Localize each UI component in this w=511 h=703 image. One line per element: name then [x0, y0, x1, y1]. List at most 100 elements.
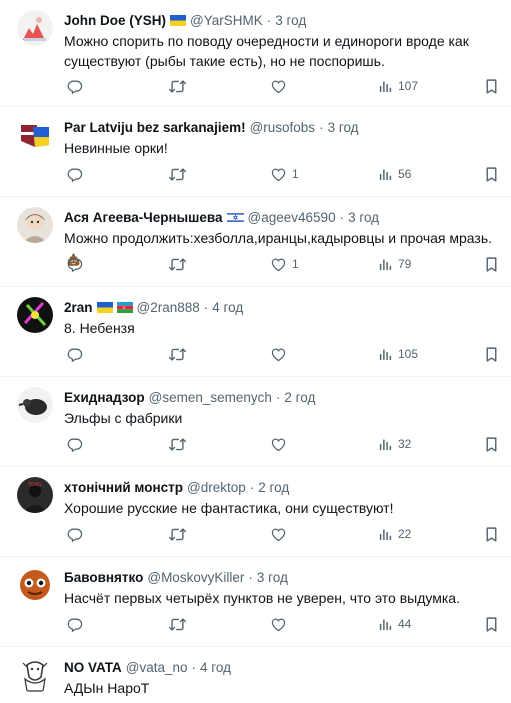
views-button[interactable]: 79: [378, 254, 411, 274]
tweet[interactable]: John Doe (YSH) @YarSHMK · 3 год Можно сп…: [0, 0, 511, 107]
bookmark-button[interactable]: [484, 254, 499, 274]
like-button[interactable]: 1: [270, 254, 299, 274]
bookmark-button[interactable]: [484, 344, 499, 364]
tweet-text: Невинные орки!: [64, 138, 499, 158]
tweet[interactable]: Бавовнятко @MoskovyKiller · 3 год Насчёт…: [0, 557, 511, 647]
timestamp[interactable]: 2 год: [284, 390, 315, 405]
user-handle[interactable]: @drektop: [187, 480, 246, 495]
avatar[interactable]: [17, 657, 53, 693]
user-name[interactable]: John Doe (YSH): [64, 13, 166, 28]
views-button[interactable]: 107: [378, 76, 418, 96]
user-name[interactable]: Бавовнятко: [64, 570, 143, 585]
reply-button[interactable]: [66, 344, 83, 364]
user-handle[interactable]: @ageev46590: [248, 210, 336, 225]
like-button[interactable]: [270, 614, 292, 634]
avatar[interactable]: YOWL: [17, 477, 53, 513]
avatar[interactable]: [17, 567, 53, 603]
user-handle[interactable]: @rusofobs: [250, 120, 315, 135]
retweet-icon: [168, 166, 187, 183]
tweet-actions: 107: [64, 76, 504, 96]
user-handle[interactable]: @vata_no: [126, 660, 188, 675]
retweet-icon: [168, 346, 187, 363]
like-button[interactable]: [270, 76, 292, 96]
avatar[interactable]: [17, 117, 53, 153]
tweet-header: NO VATA @vata_no · 4 год: [64, 657, 501, 677]
tweet[interactable]: 2ran @2ran888 · 4 год 8. Небензя 105: [0, 287, 511, 377]
ukraine-flag-icon: [96, 301, 113, 313]
tweet-text-line: 8. Небензя: [64, 320, 135, 336]
tweet[interactable]: NO VATA @vata_no · 4 год АДЫн НароТ: [0, 647, 511, 703]
like-button[interactable]: [270, 434, 292, 454]
user-handle[interactable]: @YarSHMK: [190, 13, 263, 28]
tweet-actions: 32: [64, 434, 504, 454]
views-count: 56: [398, 167, 412, 181]
user-name[interactable]: хтонічний монстр: [64, 480, 183, 495]
views-icon: [378, 167, 393, 182]
reply-button[interactable]: [66, 524, 83, 544]
retweet-button[interactable]: [168, 614, 187, 634]
separator-dot: ·: [203, 299, 209, 315]
views-count: 32: [398, 437, 412, 451]
user-name[interactable]: 2ran: [64, 300, 93, 315]
avatar[interactable]: [17, 297, 53, 333]
avatar[interactable]: [17, 10, 53, 46]
timestamp[interactable]: 4 год: [212, 300, 243, 315]
retweet-button[interactable]: [168, 344, 187, 364]
timestamp[interactable]: 4 год: [200, 660, 231, 675]
views-button[interactable]: 32: [378, 434, 411, 454]
retweet-button[interactable]: [168, 76, 187, 96]
user-name[interactable]: NO VATA: [64, 660, 122, 675]
bookmark-button[interactable]: [484, 434, 499, 454]
bookmark-button[interactable]: [484, 164, 499, 184]
reply-icon: [66, 616, 83, 633]
like-button[interactable]: [270, 344, 292, 364]
timestamp[interactable]: 3 год: [257, 570, 288, 585]
tweet[interactable]: Ехиднадзор @semen_semenych · 2 год Эльфы…: [0, 377, 511, 467]
tweet[interactable]: Par Latviju bez sarkanajiem! @rusofobs ·…: [0, 107, 511, 197]
bookmark-button[interactable]: [484, 524, 499, 544]
tweet-text: АДЫн НароТ: [64, 678, 499, 698]
timestamp[interactable]: 3 год: [328, 120, 359, 135]
views-button[interactable]: 44: [378, 614, 411, 634]
user-name[interactable]: Ася Агеева-Чернышева: [64, 210, 223, 225]
separator-dot: ·: [266, 12, 272, 28]
avatar[interactable]: [17, 387, 53, 423]
tweet-text: Можно спорить по поводу очередности и ед…: [64, 31, 499, 71]
tweet[interactable]: YOWL хтонічний монстр @drektop · 2 год Х…: [0, 467, 511, 557]
views-icon: [378, 347, 393, 362]
retweet-button[interactable]: [168, 434, 187, 454]
reply-button[interactable]: [66, 434, 83, 454]
reply-button[interactable]: [66, 254, 83, 274]
views-button[interactable]: 56: [378, 164, 411, 184]
user-handle[interactable]: @MoskovyKiller: [147, 570, 244, 585]
bookmark-button[interactable]: [484, 76, 499, 96]
tweet-text-line: Невинные орки!: [64, 140, 168, 156]
separator-dot: ·: [249, 479, 255, 495]
reply-button[interactable]: [66, 76, 83, 96]
reply-icon: [66, 526, 83, 543]
bookmark-button[interactable]: [484, 614, 499, 634]
views-button[interactable]: 22: [378, 524, 411, 544]
user-handle[interactable]: @semen_semenych: [149, 390, 272, 405]
like-button[interactable]: [270, 524, 292, 544]
views-button[interactable]: 105: [378, 344, 418, 364]
reply-button[interactable]: [66, 164, 83, 184]
tweet-actions: 1 56: [64, 164, 504, 184]
bookmark-icon: [484, 436, 499, 453]
like-button[interactable]: 1: [270, 164, 299, 184]
user-name[interactable]: Ехиднадзор: [64, 390, 145, 405]
retweet-button[interactable]: [168, 254, 187, 274]
avatar[interactable]: [17, 207, 53, 243]
retweet-button[interactable]: [168, 524, 187, 544]
tweet-header: Бавовнятко @MoskovyKiller · 3 год: [64, 567, 501, 587]
timestamp[interactable]: 3 год: [348, 210, 379, 225]
user-handle[interactable]: @2ran888: [137, 300, 200, 315]
user-name[interactable]: Par Latviju bez sarkanajiem!: [64, 120, 246, 135]
tweet[interactable]: Ася Агеева-Чернышева @ageev46590 · 3 год…: [0, 197, 511, 287]
reply-button[interactable]: [66, 614, 83, 634]
like-count: 1: [292, 257, 299, 271]
retweet-icon: [168, 78, 187, 95]
timestamp[interactable]: 2 год: [258, 480, 289, 495]
retweet-button[interactable]: [168, 164, 187, 184]
timestamp[interactable]: 3 год: [275, 13, 306, 28]
